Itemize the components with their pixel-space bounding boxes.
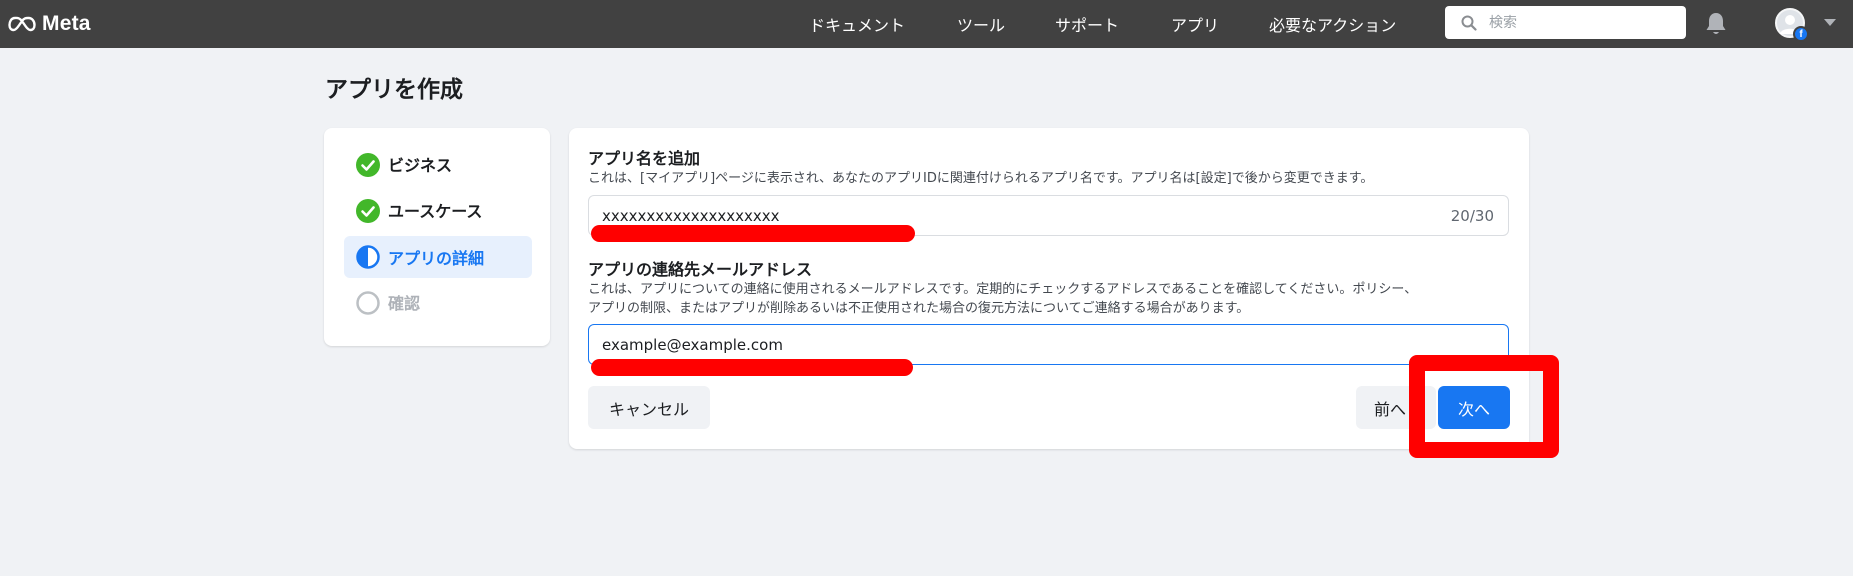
empty-circle-icon	[356, 291, 380, 315]
redaction-mark	[591, 359, 913, 376]
meta-logo[interactable]: Meta	[8, 10, 91, 38]
facebook-badge-icon: f	[1793, 26, 1809, 42]
app-name-title: アプリ名を追加	[588, 149, 701, 168]
step-label: ユースケース	[388, 202, 483, 221]
cancel-button[interactable]: キャンセル	[588, 386, 710, 429]
nav-support[interactable]: サポート	[1055, 12, 1119, 36]
bell-icon[interactable]	[1704, 11, 1728, 37]
step-review[interactable]: 確認	[344, 282, 532, 324]
avatar[interactable]: f	[1775, 8, 1809, 42]
search-input[interactable]	[1489, 6, 1679, 39]
search-icon	[1461, 15, 1477, 31]
email-title: アプリの連絡先メールアドレス	[588, 260, 813, 279]
page-title: アプリを作成	[325, 77, 463, 103]
app-name-description: これは、[マイアプリ]ページに表示され、あなたのアプリIDに関連付けられるアプリ…	[588, 171, 1374, 186]
nav-apps[interactable]: アプリ	[1171, 12, 1219, 36]
search-box[interactable]	[1445, 6, 1686, 39]
check-circle-icon	[356, 199, 380, 223]
character-counter: 20/30	[1450, 207, 1494, 225]
step-app-details[interactable]: アプリの詳細	[344, 236, 532, 278]
nav-tools[interactable]: ツール	[957, 12, 1005, 36]
progress-steps-panel: ビジネス ユースケース アプリの詳細 確認	[324, 128, 550, 346]
step-label: ビジネス	[388, 156, 453, 175]
app-details-form: アプリ名を追加 これは、[マイアプリ]ページに表示され、あなたのアプリIDに関連…	[569, 128, 1529, 449]
step-label: アプリの詳細	[388, 249, 485, 268]
brand-name: Meta	[42, 12, 91, 35]
step-label: 確認	[388, 294, 421, 313]
check-circle-icon	[356, 153, 380, 177]
step-business[interactable]: ビジネス	[344, 144, 532, 186]
redaction-mark	[591, 225, 915, 242]
step-use-case[interactable]: ユースケース	[344, 190, 532, 232]
chevron-down-icon[interactable]	[1824, 19, 1836, 26]
nav-required-actions[interactable]: 必要なアクション	[1269, 12, 1396, 36]
email-description-line-1: これは、アプリについての連絡に使用されるメールアドレスです。定期的にチェックする…	[588, 282, 1418, 297]
annotation-highlight-box	[1409, 355, 1559, 458]
half-circle-progress-icon	[356, 245, 380, 269]
nav-documents[interactable]: ドキュメント	[809, 12, 905, 36]
email-description-line-2: アプリの制限、またはアプリが削除あるいは不正使用された場合の復元方法についてご連…	[588, 301, 1250, 316]
top-navigation-bar: Meta ドキュメント ツール サポート アプリ 必要なアクション f	[0, 0, 1853, 48]
meta-infinity-icon	[8, 16, 36, 32]
